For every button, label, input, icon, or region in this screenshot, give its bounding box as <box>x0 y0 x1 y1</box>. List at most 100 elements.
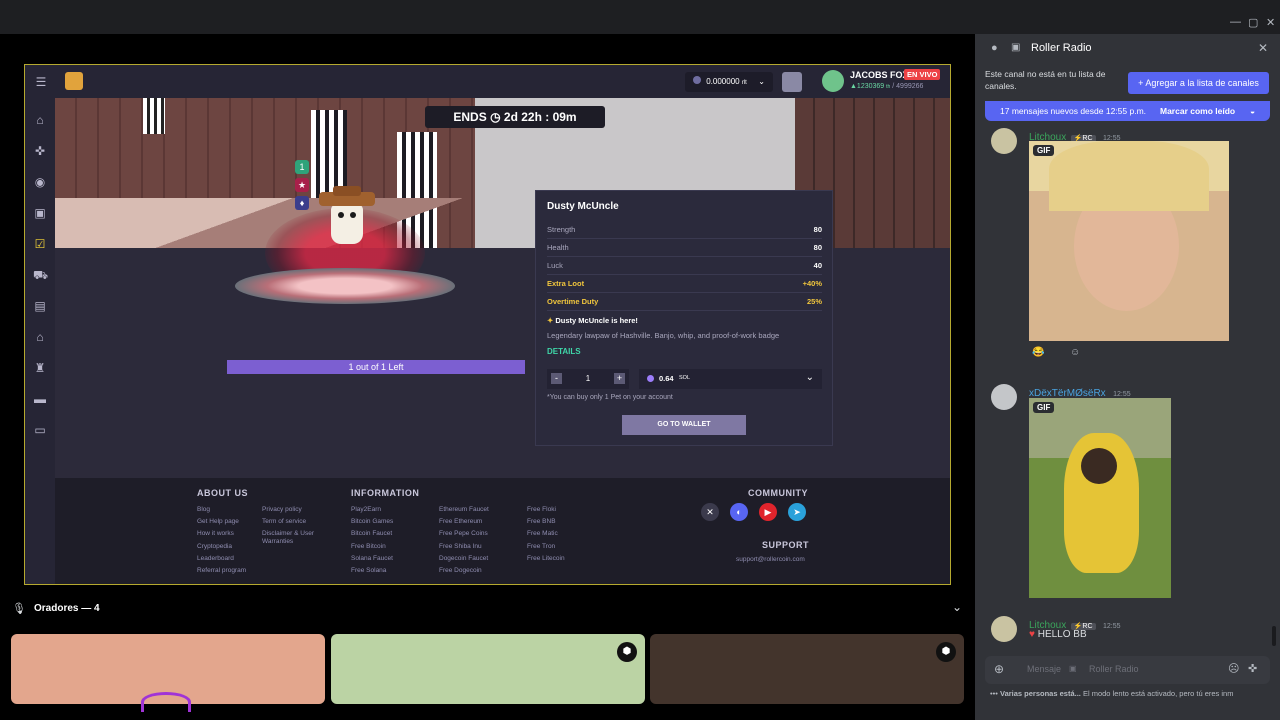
stat-label: Extra Loot <box>547 279 585 288</box>
reaction-emoji[interactable]: 😂 <box>1032 347 1044 358</box>
user-icon[interactable]: ◉ <box>33 175 47 189</box>
activities-icon[interactable]: ✜ <box>1248 662 1257 675</box>
add-attachment-icon[interactable]: ⊕ <box>994 662 1004 676</box>
game-screen[interactable]: ☰ 0.000000 rlt ⌄ JACOBS FOX EN VIVO ▲123… <box>24 64 951 585</box>
ends-value: 2d 22h : 09m <box>503 110 577 124</box>
footer-link[interactable]: Term of service <box>262 518 314 525</box>
gif-embed[interactable]: GIF <box>1029 141 1229 341</box>
footer-link[interactable]: Dogecoin Faucet <box>439 555 489 562</box>
footer-link[interactable]: How it works <box>197 530 246 537</box>
avatar[interactable] <box>991 384 1017 410</box>
go-to-wallet-button[interactable]: GO TO WALLET <box>622 415 746 435</box>
gift-icon[interactable]: ▣ <box>33 206 47 220</box>
footer-link[interactable]: Bitcoin Games <box>351 518 393 525</box>
chat-scrollbar[interactable] <box>1272 626 1276 646</box>
footer-link[interactable]: Free Floki <box>527 506 565 513</box>
message-text: ♥ HELLO BB <box>1029 629 1087 640</box>
new-messages-bar[interactable]: 17 mensajes nuevos desde 12:55 p.m. Marc… <box>985 101 1270 121</box>
footer-link[interactable]: Free Dogecoin <box>439 567 489 574</box>
gif-embed[interactable]: GIF <box>1029 398 1171 598</box>
pet-sprite[interactable] <box>317 186 377 248</box>
chevron-down-icon[interactable]: ⌄ <box>952 600 962 614</box>
footer-link[interactable]: Disclaimer & User <box>262 530 314 537</box>
avatar[interactable] <box>991 616 1017 642</box>
game-topbar: ☰ 0.000000 rlt ⌄ JACOBS FOX EN VIVO ▲123… <box>25 65 950 98</box>
balance-value: 0.000000 <box>706 77 740 86</box>
close-window-button[interactable]: ✕ <box>1266 16 1275 29</box>
message-composer[interactable]: ⊕ Mensaje ▣ Roller Radio ☹ ✜ <box>985 656 1270 684</box>
footer-link[interactable]: Free Bitcoin <box>351 543 393 550</box>
details-link[interactable]: DETAILS <box>547 347 581 356</box>
badge-rarity: ★ <box>295 178 309 192</box>
footer-link[interactable]: Free Matic <box>527 530 565 537</box>
ticket-icon[interactable]: ▭ <box>33 423 47 437</box>
add-channel-button[interactable]: + Agregar a la lista de canales <box>1128 72 1269 94</box>
increase-button[interactable]: + <box>614 373 625 384</box>
footer-link[interactable]: Play2Earn <box>351 506 393 513</box>
house-icon[interactable]: ⌂ <box>33 330 47 344</box>
minimize-button[interactable]: — <box>1230 16 1241 28</box>
speaker-tile[interactable]: ⬢ <box>331 634 645 704</box>
username[interactable]: JACOBS FOX <box>850 70 909 80</box>
quantity-stepper[interactable]: 1 - + <box>547 369 629 389</box>
discord-icon[interactable]: ◐ <box>730 503 748 521</box>
mining-icon[interactable]: ▤ <box>33 299 47 313</box>
footer-link[interactable]: Get Help page <box>197 518 246 525</box>
shield-icon: ⬢ <box>936 642 956 662</box>
decrease-button[interactable]: - <box>551 373 562 384</box>
stat-label: Overtime Duty <box>547 297 599 306</box>
shield-icon: ⬢ <box>617 642 637 662</box>
tasks-icon[interactable]: ☑ <box>33 237 47 251</box>
footer-link[interactable]: Free Tron <box>527 543 565 550</box>
footer-link[interactable]: Free Litecoin <box>527 555 565 562</box>
composer-placeholder[interactable]: Mensaje <box>1027 664 1061 674</box>
balance-box[interactable]: 0.000000 rlt ⌄ <box>685 72 773 92</box>
avatar[interactable] <box>991 128 1017 154</box>
footer-link[interactable]: Solana Faucet <box>351 555 393 562</box>
home-icon[interactable]: ⌂ <box>33 113 47 127</box>
footer-link[interactable]: Cryptopedia <box>197 543 246 550</box>
footer-link[interactable]: Privacy policy <box>262 506 314 513</box>
currency-select[interactable]: 0.64 SOL ⌄ <box>639 369 822 389</box>
add-reaction-icon[interactable]: ☺ <box>1070 347 1080 358</box>
footer-link[interactable]: Referral program <box>197 567 246 574</box>
speakers-header[interactable]: 🎙 Oradores — 4 ⌄ <box>0 594 975 624</box>
mark-read-button[interactable]: Marcar como leído <box>1160 101 1235 121</box>
maximize-button[interactable]: ▢ <box>1248 16 1258 29</box>
stack-icon[interactable]: ▬ <box>33 392 47 406</box>
telegram-icon[interactable]: ➤ <box>788 503 806 521</box>
cart-icon[interactable]: ⛟ <box>33 268 48 282</box>
pet-scene: 1 ★ ♦ ENDS ◷ 2d 22h : 09m 1 out of 1 Lef… <box>55 98 950 478</box>
footer-link[interactable]: Blog <box>197 506 246 513</box>
footer-link[interactable]: Free Solana <box>351 567 393 574</box>
about-links-2: Privacy policy Term of service Disclaime… <box>262 506 314 551</box>
youtube-icon[interactable]: ▶ <box>759 503 777 521</box>
chevron-down-icon: ⌄ <box>805 372 814 383</box>
add-channel-label: Agregar a la lista de canales <box>1145 78 1259 88</box>
gamepad-icon[interactable]: ✜ <box>33 144 47 158</box>
chat-bubble-icon: ● <box>991 42 998 54</box>
speaker-tile[interactable]: ⬢ <box>650 634 964 704</box>
price-value: 0.64 <box>659 374 674 383</box>
wallet-button[interactable] <box>782 72 802 92</box>
menu-icon[interactable]: ☰ <box>34 75 48 89</box>
close-icon[interactable]: ✕ <box>1258 41 1268 55</box>
footer-link[interactable]: Warranties <box>262 538 314 545</box>
footer-link[interactable]: Free Ethereum <box>439 518 489 525</box>
pet-name: Dusty McUncle <box>547 201 619 212</box>
logo-icon[interactable] <box>65 72 83 90</box>
chat-header: ● ▣ Roller Radio ✕ <box>975 34 1280 64</box>
pet-eye <box>350 212 356 218</box>
footer-link[interactable]: Free BNB <box>527 518 565 525</box>
footer-link[interactable]: Free Pepe Coins <box>439 530 489 537</box>
user-avatar[interactable] <box>822 70 844 92</box>
emoji-icon[interactable]: ☹ <box>1228 662 1239 675</box>
x-social-icon[interactable]: ✕ <box>701 503 719 521</box>
footer-link[interactable]: Leaderboard <box>197 555 246 562</box>
trophy-icon[interactable]: ♜ <box>33 361 47 375</box>
footer-link[interactable]: Bitcoin Faucet <box>351 530 393 537</box>
support-email[interactable]: support@rollercoin.com <box>736 556 805 563</box>
footer-link[interactable]: Free Shiba Inu <box>439 543 489 550</box>
speaker-tile[interactable] <box>11 634 325 712</box>
footer-link[interactable]: Ethereum Faucet <box>439 506 489 513</box>
